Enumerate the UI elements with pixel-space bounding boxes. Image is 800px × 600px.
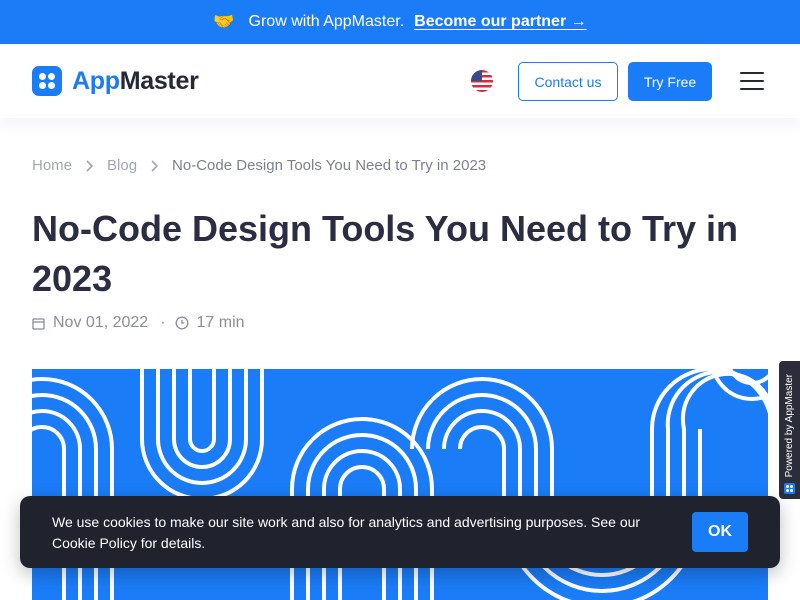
arrow-right-icon: → [570, 13, 587, 30]
appmaster-mini-logo-icon [784, 483, 795, 494]
site-header: AppMaster Contact us Try Free [0, 44, 800, 118]
read-time: 17 min [196, 314, 245, 331]
powered-by-text: Powered by AppMaster [784, 373, 795, 477]
handshake-icon: 🤝 [213, 12, 235, 31]
chevron-right-icon [150, 159, 159, 172]
contact-us-button[interactable]: Contact us [518, 62, 618, 101]
become-partner-link[interactable]: Become our partner → [414, 13, 587, 31]
breadcrumb: Home Blog No-Code Design Tools You Need … [32, 157, 486, 174]
breadcrumb-home[interactable]: Home [32, 157, 72, 174]
logo-mark-icon [32, 66, 62, 96]
cookie-banner: We use cookies to make our site work and… [20, 496, 780, 568]
powered-by-badge[interactable]: Powered by AppMaster [779, 361, 800, 499]
try-free-button[interactable]: Try Free [628, 62, 712, 101]
promo-banner: 🤝 Grow with AppMaster. Become our partne… [0, 0, 800, 44]
appmaster-logo[interactable]: AppMaster [32, 66, 199, 96]
breadcrumb-current: No-Code Design Tools You Need to Try in … [172, 157, 487, 174]
promo-text: Grow with AppMaster. [248, 13, 405, 30]
chevron-right-icon [85, 159, 94, 172]
cookie-ok-button[interactable]: OK [692, 512, 748, 552]
partner-link-label: Become our partner [414, 13, 567, 30]
cookie-message: We use cookies to make our site work and… [52, 514, 641, 551]
clock-icon [175, 316, 189, 330]
article-meta: Nov 01, 2022 · 17 min [32, 314, 245, 332]
calendar-icon [32, 317, 45, 330]
page-title: No-Code Design Tools You Need to Try in … [32, 208, 739, 299]
hamburger-menu-icon[interactable] [740, 72, 764, 90]
logo-wordmark: AppMaster [72, 66, 199, 95]
meta-separator: · [160, 314, 166, 331]
us-flag-icon[interactable] [471, 70, 493, 92]
publish-date: Nov 01, 2022 [53, 314, 149, 331]
breadcrumb-blog[interactable]: Blog [107, 157, 137, 174]
